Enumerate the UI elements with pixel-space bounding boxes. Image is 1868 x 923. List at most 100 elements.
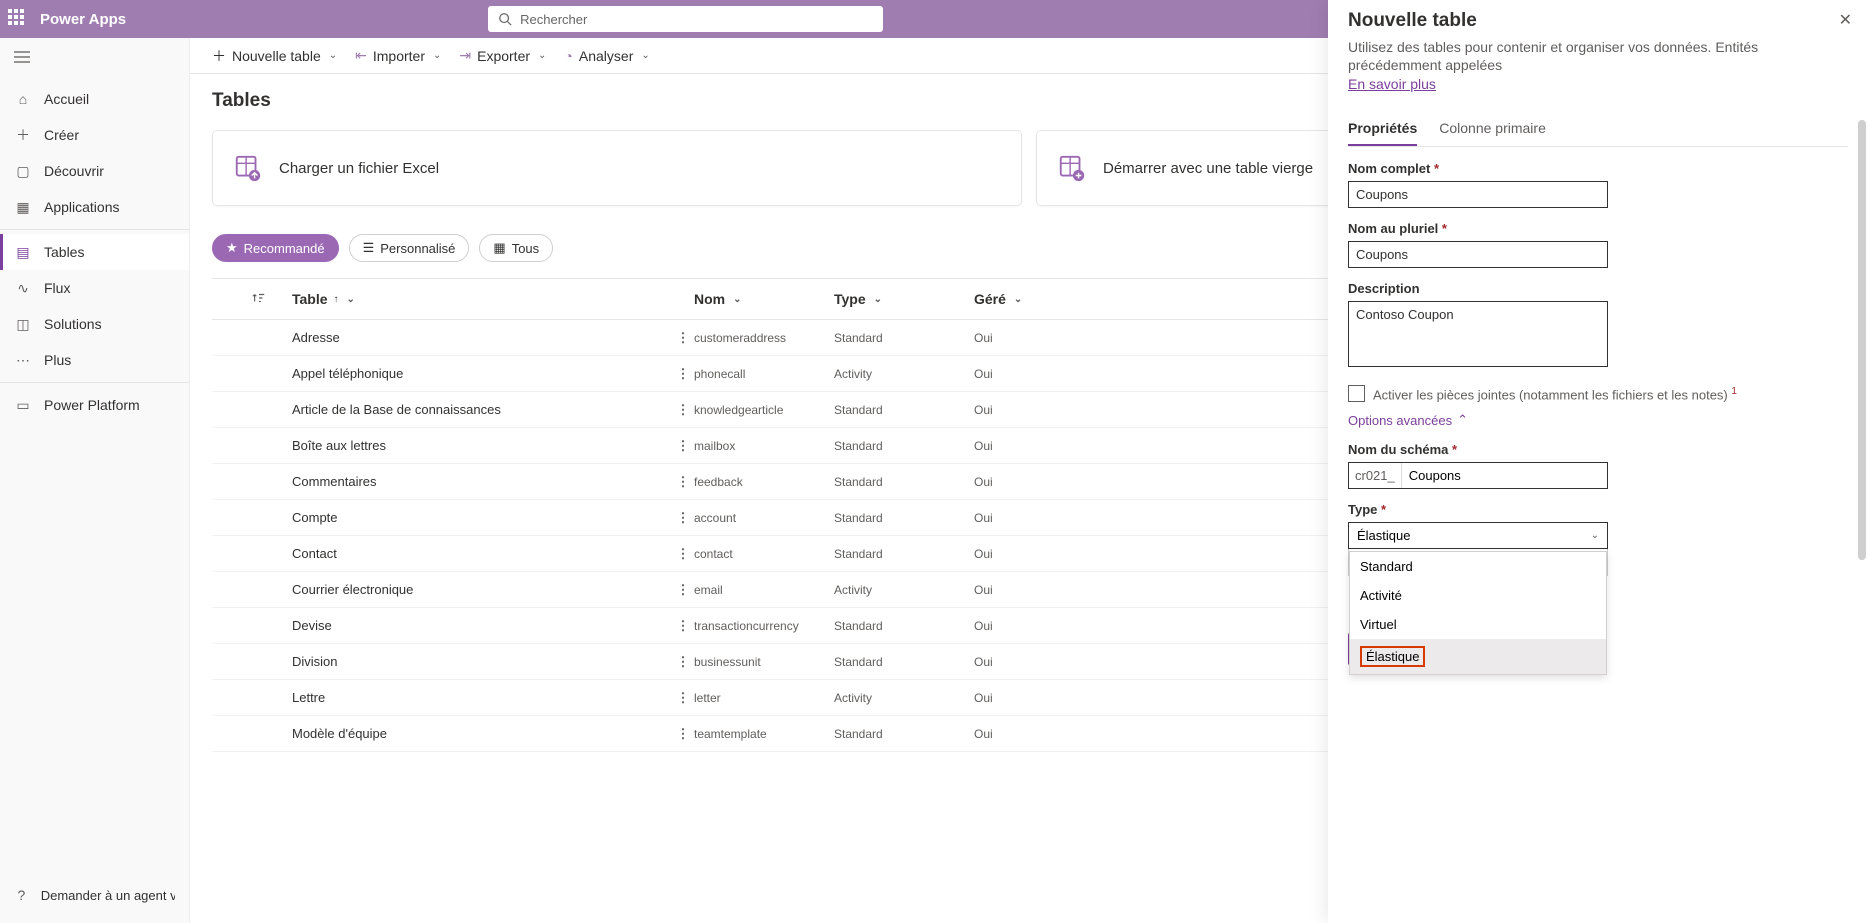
nav-apps[interactable]: ▦Applications [0, 189, 189, 225]
plural-name-input[interactable] [1348, 241, 1608, 268]
pill-recommended[interactable]: ★Recommandé [212, 234, 339, 262]
row-type-cell: Standard [834, 475, 974, 489]
waffle-icon[interactable] [8, 9, 28, 29]
cmd-import[interactable]: ⇤Importer⌄ [355, 47, 441, 64]
type-option-elastic-label: Élastique [1360, 646, 1425, 667]
nav-tables[interactable]: ▤Tables [0, 234, 189, 270]
nav-discover[interactable]: ▢Découvrir [0, 153, 189, 189]
schema-prefix: cr021_ [1349, 463, 1402, 488]
col-header-type[interactable]: Type ⌄ [834, 291, 974, 307]
col-header-gere-label: Géré [974, 291, 1006, 307]
advanced-options-label: Options avancées [1348, 413, 1452, 428]
nav-solutions[interactable]: ◫Solutions [0, 306, 189, 342]
nav-flows[interactable]: ∿Flux [0, 270, 189, 306]
more-icon: ⋯ [14, 351, 32, 369]
row-menu-button[interactable]: ⋮ [672, 402, 694, 418]
left-nav: ⌂Accueil ＋ Créer ▢Découvrir ▦Applications… [0, 38, 190, 923]
global-search[interactable]: Rechercher [488, 6, 883, 32]
row-menu-button[interactable]: ⋮ [672, 510, 694, 526]
row-table-cell: Appel téléphonique [292, 366, 672, 381]
nav-home[interactable]: ⌂Accueil [0, 81, 189, 117]
row-menu-button[interactable]: ⋮ [672, 618, 694, 634]
learn-more-link[interactable]: En savoir plus [1348, 76, 1436, 92]
grid-icon: ▦ [493, 240, 505, 256]
tab-primary-column[interactable]: Colonne primaire [1439, 112, 1546, 146]
row-nom-cell: phonecall [694, 367, 834, 381]
row-menu-button[interactable]: ⋮ [672, 366, 694, 382]
help-icon: ? [14, 886, 29, 904]
row-gere-cell: Oui [974, 439, 1034, 453]
sort-icon [252, 291, 266, 305]
nav-toggle[interactable] [0, 38, 189, 81]
row-table-cell: Courrier électronique [292, 582, 672, 597]
col-header-type-label: Type [834, 291, 866, 307]
pill-custom[interactable]: ☰Personnalisé [349, 234, 470, 262]
row-type-cell: Standard [834, 655, 974, 669]
description-input[interactable]: Contoso Coupon [1348, 301, 1608, 367]
nav-power-platform[interactable]: ▭Power Platform [0, 387, 189, 423]
type-option-virtual[interactable]: Virtuel [1350, 610, 1606, 639]
pill-custom-label: Personnalisé [380, 241, 455, 256]
type-dropdown: Standard Activité Virtuel Élastique [1349, 551, 1607, 675]
cmd-analyze[interactable]: ◔Analyser⌄ [564, 48, 649, 64]
row-nom-cell: knowledgearticle [694, 403, 834, 417]
description-label: Description [1348, 281, 1848, 296]
cmd-export[interactable]: ⇥Exporter⌄ [459, 47, 546, 64]
type-option-standard[interactable]: Standard [1350, 552, 1606, 581]
card-blank-table-label: Démarrer avec une table vierge [1103, 160, 1313, 177]
attachments-label: Activer les pièces jointes (notamment le… [1373, 386, 1737, 402]
row-menu-button[interactable]: ⋮ [672, 582, 694, 598]
row-nom-cell: teamtemplate [694, 727, 834, 741]
row-table-cell: Contact [292, 546, 672, 561]
app-title: Power Apps [40, 11, 126, 28]
plus-icon: ＋ [212, 46, 226, 66]
row-nom-cell: mailbox [694, 439, 834, 453]
cmd-export-label: Exporter [477, 48, 530, 64]
nav-create-label: Créer [44, 127, 79, 143]
row-menu-button[interactable]: ⋮ [672, 474, 694, 490]
row-gere-cell: Oui [974, 583, 1034, 597]
panel-scrollbar[interactable] [1858, 120, 1866, 560]
row-nom-cell: feedback [694, 475, 834, 489]
cmd-new-table[interactable]: ＋Nouvelle table⌄ [212, 46, 337, 66]
search-placeholder: Rechercher [520, 12, 587, 27]
row-menu-button[interactable]: ⋮ [672, 690, 694, 706]
row-nom-cell: contact [694, 547, 834, 561]
row-menu-button[interactable]: ⋮ [672, 330, 694, 346]
row-menu-button[interactable]: ⋮ [672, 654, 694, 670]
row-type-cell: Standard [834, 511, 974, 525]
field-display-name: Nom complet * [1348, 161, 1848, 208]
sort-icon-header[interactable] [212, 291, 292, 308]
col-header-gere[interactable]: Géré ⌄ [974, 291, 1034, 307]
type-option-activity[interactable]: Activité [1350, 581, 1606, 610]
nav-more[interactable]: ⋯Plus [0, 342, 189, 378]
tables-icon: ▤ [14, 243, 32, 261]
panel-tabs: Propriétés Colonne primaire [1348, 112, 1848, 147]
display-name-input[interactable] [1348, 181, 1608, 208]
row-menu-button[interactable]: ⋮ [672, 438, 694, 454]
nav-create[interactable]: ＋ Créer [0, 117, 189, 153]
col-header-table[interactable]: Table ↑ ⌄ [292, 291, 672, 307]
panel-close-button[interactable]: ✕ [1839, 10, 1852, 30]
row-menu-button[interactable]: ⋮ [672, 726, 694, 742]
advanced-options-toggle[interactable]: Options avancées ⌃ [1348, 412, 1848, 428]
card-upload-excel[interactable]: Charger un fichier Excel [212, 130, 1022, 206]
nav-virtual-agent[interactable]: ?Demander à un agent virtuel [0, 877, 189, 913]
chevron-down-icon: ⌄ [347, 294, 355, 305]
nav-separator [0, 229, 189, 230]
row-menu-button[interactable]: ⋮ [672, 546, 694, 562]
field-attachments[interactable]: Activer les pièces jointes (notamment le… [1348, 385, 1848, 402]
row-table-cell: Modèle d'équipe [292, 726, 672, 741]
star-icon: ★ [226, 240, 238, 256]
plus-icon: ＋ [14, 126, 32, 144]
schema-name-input[interactable] [1402, 468, 1607, 483]
col-header-nom[interactable]: Nom ⌄ [694, 291, 834, 307]
chevron-down-icon: ⌄ [733, 294, 741, 305]
pill-all[interactable]: ▦Tous [479, 234, 553, 262]
export-icon: ⇥ [459, 47, 471, 64]
attachments-checkbox[interactable] [1348, 385, 1365, 402]
type-option-elastic[interactable]: Élastique [1350, 639, 1606, 674]
nav-apps-label: Applications [44, 199, 120, 215]
tab-properties[interactable]: Propriétés [1348, 112, 1417, 146]
type-select[interactable]: Élastique ⌄ Standard Activité Virtuel Él… [1348, 522, 1608, 549]
